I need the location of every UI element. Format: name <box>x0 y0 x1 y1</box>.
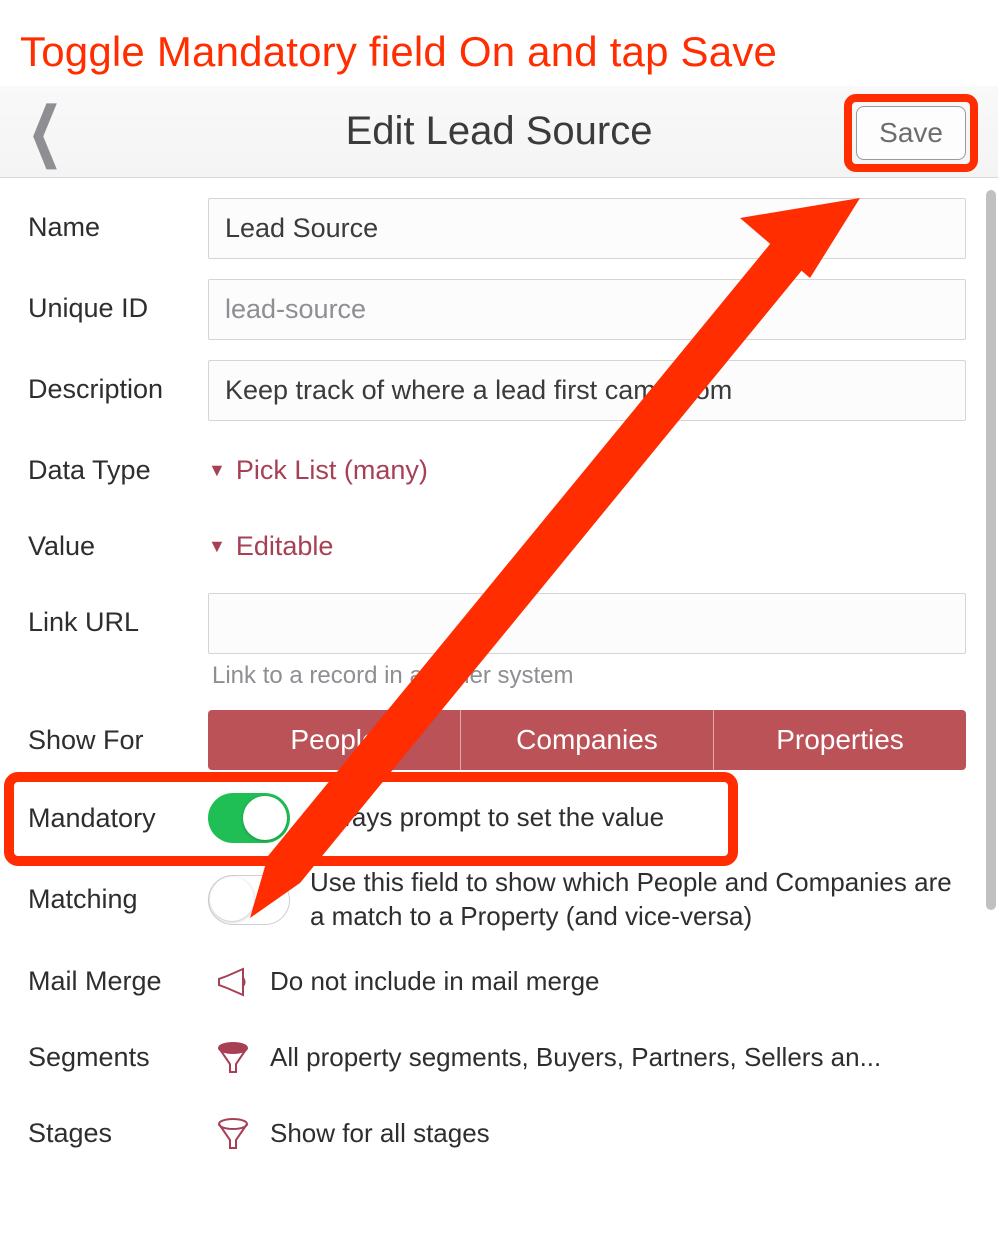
form-body: Name Unique ID Description Data Type ▼ <box>0 178 998 1172</box>
mailmerge-label: Mail Merge <box>28 966 208 997</box>
linkurl-helper: Link to a record in another system <box>208 662 966 690</box>
save-highlight-box: Save <box>844 94 978 172</box>
instruction-annotation: Toggle Mandatory field On and tap Save <box>0 0 998 86</box>
segment-properties[interactable]: Properties <box>714 710 966 770</box>
page-title: Edit Lead Source <box>346 109 653 154</box>
linkurl-label: Link URL <box>28 593 208 638</box>
mandatory-toggle[interactable] <box>208 793 290 843</box>
segments-text: All property segments, Buyers, Partners,… <box>270 1042 966 1073</box>
datatype-dropdown[interactable]: ▼ Pick List (many) <box>208 441 428 486</box>
save-button[interactable]: Save <box>856 106 966 160</box>
edit-lead-source-screen: ❮ Edit Lead Source Save Name Unique ID D… <box>0 86 998 1172</box>
matching-text: Use this field to show which People and … <box>310 866 966 934</box>
description-input[interactable] <box>208 360 966 421</box>
name-label: Name <box>28 198 208 243</box>
datatype-value: Pick List (many) <box>236 455 428 486</box>
row-mandatory: Mandatory Always prompt to set the value <box>0 780 998 856</box>
row-uniqueid: Unique ID <box>0 269 998 350</box>
megaphone-icon <box>208 962 258 1002</box>
value-dropdown[interactable]: ▼ Editable <box>208 517 333 562</box>
segment-people[interactable]: People <box>208 710 461 770</box>
description-label: Description <box>28 360 208 405</box>
triangle-down-icon: ▼ <box>208 460 226 481</box>
stages-text: Show for all stages <box>270 1118 966 1149</box>
row-linkurl: Link URL Link to a record in another sys… <box>0 583 998 700</box>
row-stages[interactable]: Stages Show for all stages <box>0 1096 998 1172</box>
value-value: Editable <box>236 531 334 562</box>
funnel-filled-icon <box>208 1038 258 1078</box>
uniqueid-input[interactable] <box>208 279 966 340</box>
back-button[interactable]: ❮ <box>20 86 70 177</box>
uniqueid-label: Unique ID <box>28 279 208 324</box>
showfor-label: Show For <box>28 725 208 756</box>
showfor-segment-group: People Companies Properties <box>208 710 966 770</box>
datatype-label: Data Type <box>28 441 208 486</box>
value-label: Value <box>28 517 208 562</box>
row-matching: Matching Use this field to show which Pe… <box>0 856 998 944</box>
row-segments[interactable]: Segments All property segments, Buyers, … <box>0 1020 998 1096</box>
mailmerge-text: Do not include in mail merge <box>270 966 966 997</box>
row-value: Value ▼ Editable <box>0 507 998 583</box>
header-bar: ❮ Edit Lead Source Save <box>0 86 998 178</box>
toggle-knob <box>210 877 254 921</box>
row-showfor: Show For People Companies Properties <box>0 700 998 780</box>
matching-toggle[interactable] <box>208 875 290 925</box>
row-name: Name <box>0 188 998 269</box>
matching-label: Matching <box>28 884 208 915</box>
row-mailmerge[interactable]: Mail Merge Do not include in mail merge <box>0 944 998 1020</box>
funnel-outline-icon <box>208 1114 258 1154</box>
name-input[interactable] <box>208 198 966 259</box>
row-datatype: Data Type ▼ Pick List (many) <box>0 431 998 507</box>
row-description: Description <box>0 350 998 431</box>
triangle-down-icon: ▼ <box>208 536 226 557</box>
segment-companies[interactable]: Companies <box>461 710 714 770</box>
linkurl-input[interactable] <box>208 593 966 654</box>
mandatory-label: Mandatory <box>28 803 208 834</box>
segments-label: Segments <box>28 1042 208 1073</box>
mandatory-text: Always prompt to set the value <box>310 801 966 835</box>
toggle-knob <box>243 796 287 840</box>
stages-label: Stages <box>28 1118 208 1149</box>
chevron-left-icon: ❮ <box>28 95 62 169</box>
